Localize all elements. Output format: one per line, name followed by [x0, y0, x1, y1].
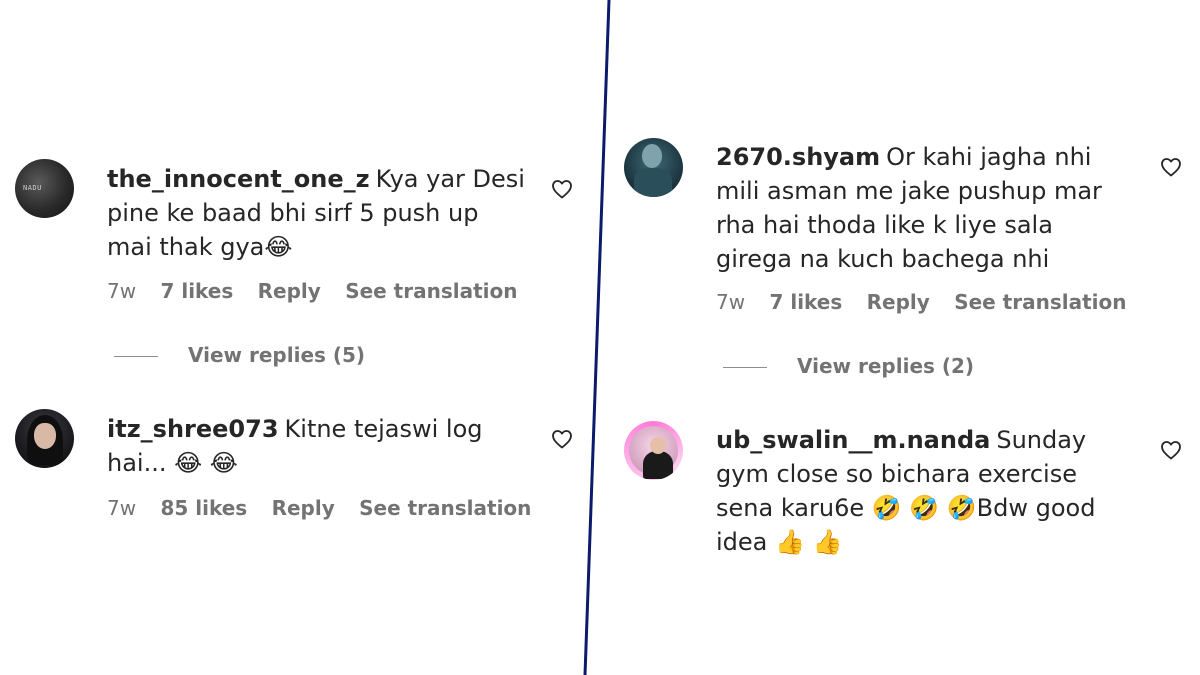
comment-meta: 7w 7 likes Reply See translation [716, 290, 1145, 314]
avatar-body [643, 451, 673, 479]
heart-icon[interactable] [1159, 155, 1183, 179]
heart-icon[interactable] [550, 177, 574, 201]
avatar[interactable] [15, 409, 74, 468]
comment-meta: 7w 85 likes Reply See translation [107, 496, 549, 520]
reply-button[interactable]: Reply [258, 279, 321, 303]
avatar-tag: NADU [23, 184, 42, 192]
comment-time: 7w [107, 496, 137, 520]
comment-time: 7w [107, 279, 137, 303]
comment-body: ub_swalin__m.nanda Sunday gym close so bi… [716, 423, 1136, 559]
avatar-head [650, 437, 666, 454]
replies-line [114, 356, 158, 357]
avatar-face [34, 423, 56, 449]
view-replies-label: View replies (2) [797, 354, 975, 378]
heart-icon[interactable] [550, 427, 574, 451]
see-translation-button[interactable]: See translation [359, 496, 531, 520]
reply-button[interactable]: Reply [272, 496, 335, 520]
comment-body: itz_shree073 Kitne tejaswi log hai... 😂 😂 [107, 412, 527, 480]
view-replies-button[interactable]: View replies (5) [114, 343, 365, 367]
view-replies-button[interactable]: View replies (2) [723, 354, 974, 378]
avatar-head [642, 144, 662, 168]
see-translation-button[interactable]: See translation [345, 279, 517, 303]
comment-time: 7w [716, 290, 746, 314]
likes-count[interactable]: 7 likes [160, 279, 233, 303]
avatar[interactable] [624, 138, 683, 197]
avatar[interactable] [624, 421, 683, 480]
avatar-figure [634, 168, 672, 197]
comment-username[interactable]: 2670.shyam [716, 143, 880, 171]
replies-line [723, 367, 767, 368]
comment-username[interactable]: ub_swalin__m.nanda [716, 426, 990, 454]
view-replies-label: View replies (5) [188, 343, 366, 367]
comment-username[interactable]: the_innocent_one_z [107, 165, 370, 193]
comment-meta: 7w 7 likes Reply See translation [107, 279, 536, 303]
comment-body: 2670.shyam Or kahi jagha nhi mili asman m… [716, 140, 1136, 276]
heart-icon[interactable] [1159, 438, 1183, 462]
avatar[interactable]: NADU [15, 159, 74, 218]
comment-body: the_innocent_one_z Kya yar Desi pine ke b… [107, 162, 527, 264]
likes-count[interactable]: 85 likes [160, 496, 247, 520]
comment-username[interactable]: itz_shree073 [107, 415, 279, 443]
see-translation-button[interactable]: See translation [954, 290, 1126, 314]
reply-button[interactable]: Reply [867, 290, 930, 314]
avatar-photo [629, 426, 678, 479]
likes-count[interactable]: 7 likes [769, 290, 842, 314]
panel-divider [583, 0, 611, 675]
